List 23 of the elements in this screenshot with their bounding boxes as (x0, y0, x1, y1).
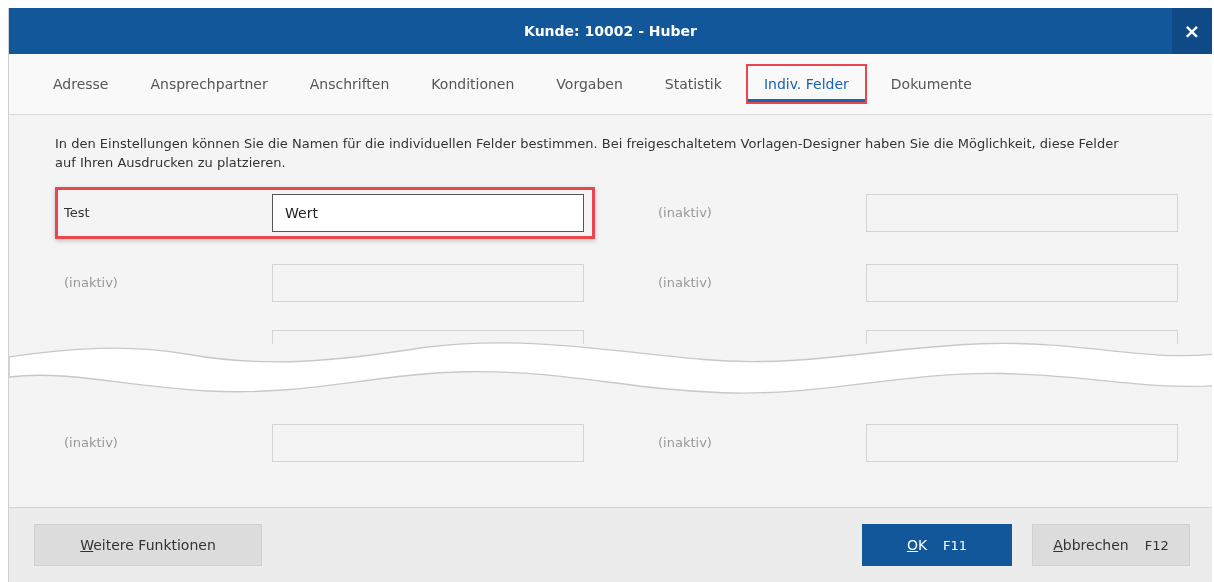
field-label: (inaktiv) (658, 275, 713, 291)
field-label: (inaktiv) (64, 275, 119, 291)
cancel-button[interactable]: Abbrechen F12 (1032, 524, 1190, 566)
field-label: (inaktiv) (658, 205, 713, 221)
more-functions-button[interactable]: Weitere Funktionen (34, 524, 262, 566)
tab[interactable]: Anschriften (291, 64, 408, 104)
tab[interactable]: Statistik (646, 64, 740, 104)
tab[interactable]: Konditionen (413, 64, 533, 104)
tab[interactable]: Dokumente (872, 64, 990, 104)
description-text: In den Einstellungen können Sie die Namen für die individuellen Felder bestimmen. Bei freigeschaltetem Vorlagen-Designer haben Sie die Möglichkeit, diese Felder auf Ihren Ausdrucken zu platzieren. (55, 135, 1120, 172)
close-button[interactable]: × (1172, 8, 1212, 54)
ok-button[interactable]: OK F11 (862, 524, 1012, 566)
input-field[interactable]: Wert (272, 193, 584, 232)
tab[interactable]: Ansprechpartner (132, 64, 286, 104)
field-label: (inaktiv) (64, 435, 119, 451)
tab[interactable]: Adresse (35, 64, 127, 104)
tab[interactable]: Indiv. Felder (745, 64, 867, 104)
tab[interactable]: Vorgaben (538, 64, 641, 104)
input-field[interactable] (866, 329, 1178, 344)
field-label: Test (64, 205, 91, 221)
input-field[interactable] (272, 329, 584, 344)
window-title: Kunde: 10002 - Huber (524, 23, 697, 39)
field-label: (inaktiv) (658, 435, 713, 451)
